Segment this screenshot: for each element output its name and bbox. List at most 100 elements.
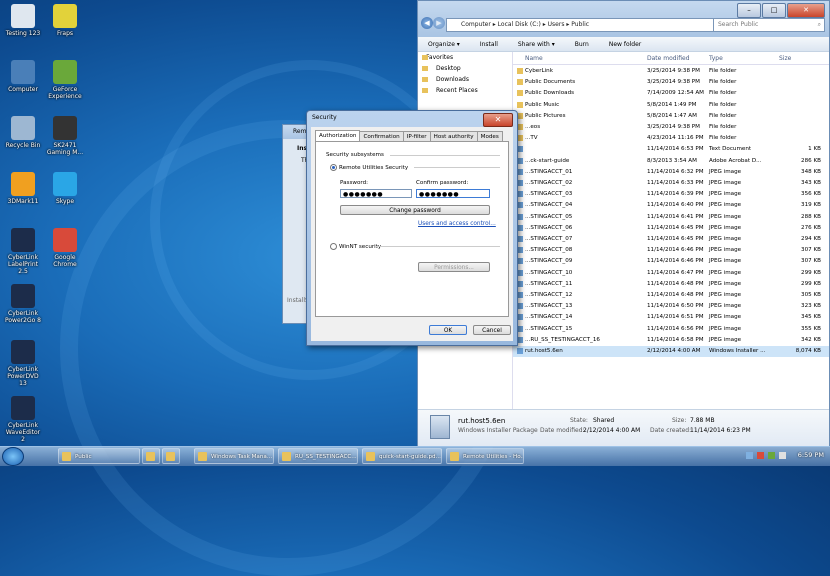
breadcrumb-item[interactable]: Public	[571, 21, 589, 28]
file-row[interactable]: ...TV 4/23/2014 11:16 PM File folder	[513, 133, 829, 144]
file-row[interactable]: ...STINGACCT_04 11/14/2014 6:40 PM JPEG im…	[513, 200, 829, 211]
nav-item[interactable]: Recent Places	[418, 85, 512, 96]
cell-name: ...STINGACCT_07	[525, 236, 573, 242]
desktop-icon[interactable]: Computer	[4, 60, 42, 93]
taskbar-item[interactable]: RU_SS_TESTINGACC...	[278, 448, 358, 464]
file-row[interactable]: ...STINGACCT_13 11/14/2014 6:50 PM JPEG im…	[513, 301, 829, 312]
cell-type: JPEG image	[709, 247, 742, 254]
tray-icon[interactable]	[746, 452, 753, 459]
cell-date: 11/14/2014 6:45 PM	[647, 224, 704, 231]
desktop-icon[interactable]: Testing 123	[4, 4, 42, 37]
taskbar-item[interactable]: Public	[58, 448, 140, 464]
nav-item[interactable]: Desktop	[418, 63, 512, 74]
col-size[interactable]: Size	[779, 55, 791, 62]
desktop-icon[interactable]: Google Chrome	[46, 228, 84, 268]
desktop-icon[interactable]: Recycle Bin	[4, 116, 42, 149]
file-row[interactable]: ...STINGACCT_08 11/14/2014 6:46 PM JPEG im…	[513, 245, 829, 256]
taskbar-item[interactable]: quick-start-guide.pd...	[362, 448, 442, 464]
file-row[interactable]: Public Downloads 7/14/2009 12:54 AM File f…	[513, 88, 829, 99]
permissions-button[interactable]: Permissions...	[418, 262, 490, 272]
clock[interactable]: 6:59 PM	[798, 451, 824, 459]
file-row[interactable]: rut.host5.6en 2/12/2014 4:00 AM Windows In…	[513, 346, 829, 357]
file-row[interactable]: ...STINGACCT_09 11/14/2014 6:46 PM JPEG im…	[513, 256, 829, 267]
file-row[interactable]: ...STINGACCT_12 11/14/2014 6:48 PM JPEG im…	[513, 290, 829, 301]
toolbar-button[interactable]: New folder	[599, 41, 651, 48]
start-button[interactable]	[2, 447, 24, 466]
cancel-button[interactable]: Cancel	[473, 325, 511, 335]
breadcrumb-item[interactable]: Computer	[461, 21, 491, 28]
file-row[interactable]: ...STINGACCT_11 11/14/2014 6:48 PM JPEG im…	[513, 279, 829, 290]
volume-icon[interactable]	[779, 452, 786, 459]
toolbar-button[interactable]: Burn	[565, 41, 599, 48]
file-row[interactable]: ...RU_SS_TESTINGACCT_16 11/14/2014 6:58 P…	[513, 335, 829, 346]
toolbar-button[interactable]: Share with ▾	[508, 41, 565, 48]
desktop-icon[interactable]: GeForce Experience	[46, 60, 84, 100]
toolbar-button[interactable]: Install	[470, 41, 508, 48]
minimize-icon[interactable]: –	[737, 3, 761, 18]
file-row[interactable]: ...STINGACCT_15 11/14/2014 6:56 PM JPEG im…	[513, 324, 829, 335]
installer-file-icon	[430, 415, 450, 439]
cell-name: ...STINGACCT_01	[525, 168, 573, 175]
remote-utilities-security-radio[interactable]: Remote Utilities Security	[330, 164, 408, 171]
file-row[interactable]: ...STINGACCT_03 11/14/2014 6:39 PM JPEG im…	[513, 189, 829, 200]
address-bar[interactable]: Computer ▸ Local Disk (C:) ▸ Users ▸ Pub…	[446, 18, 724, 32]
desktop-icon[interactable]: Skype	[46, 172, 84, 205]
toolbar-button[interactable]: Organize ▾	[418, 41, 470, 48]
close-icon[interactable]: ✕	[787, 3, 825, 18]
file-row[interactable]: ...ck-start-guide 8/3/2013 3:54 AM Adobe A…	[513, 156, 829, 167]
ok-button[interactable]: OK	[429, 325, 467, 335]
close-icon[interactable]: ✕	[483, 113, 513, 127]
change-password-button[interactable]: Change password	[340, 205, 490, 215]
cell-type: Windows Installer ...	[709, 348, 766, 354]
app-icon	[11, 172, 35, 196]
file-row[interactable]: ...STINGACCT_10 11/14/2014 6:47 PM JPEG im…	[513, 268, 829, 279]
taskbar-item[interactable]	[162, 448, 180, 464]
desktop-icon[interactable]: 3DMark11	[4, 172, 42, 205]
desktop-icon[interactable]: CyberLink PowerDVD 13	[4, 340, 42, 387]
file-row[interactable]: Public Music 5/8/2014 1:49 PM File folder	[513, 100, 829, 111]
taskbar-item[interactable]	[142, 448, 160, 464]
breadcrumb-item[interactable]: Local Disk (C:)	[498, 21, 541, 28]
desktop-icon[interactable]: CyberLink Power2Go 8	[4, 284, 42, 324]
folder-icon	[517, 101, 523, 108]
maximize-icon[interactable]: □	[762, 3, 786, 18]
desktop-icon[interactable]: SK2471 Gaming M...	[46, 116, 84, 156]
cell-date: 11/14/2014 6:50 PM	[647, 303, 704, 310]
file-row[interactable]: ...eos 3/25/2014 9:38 PM File folder	[513, 122, 829, 133]
file-row[interactable]: CyberLink 3/25/2014 9:38 PM File folder	[513, 66, 829, 77]
desktop-icon[interactable]: CyberLink LabelPrint 2.5	[4, 228, 42, 275]
tray-icon[interactable]	[768, 452, 775, 459]
col-date[interactable]: Date modified	[647, 55, 690, 62]
file-row[interactable]: Public Documents 3/25/2014 9:38 PM File fo…	[513, 77, 829, 88]
nav-item[interactable]: Favorites	[418, 52, 512, 63]
file-row[interactable]: 11/14/2014 6:53 PM Text Document 1 KB	[513, 144, 829, 155]
nav-item[interactable]: Downloads	[418, 74, 512, 85]
forward-icon[interactable]: ▶	[433, 17, 445, 29]
col-name[interactable]: Name	[525, 55, 543, 62]
desktop-icon[interactable]: Fraps	[46, 4, 84, 37]
file-row[interactable]: ...STINGACCT_06 11/14/2014 6:45 PM JPEG im…	[513, 223, 829, 234]
file-row[interactable]: Public Pictures 5/8/2014 1:47 AM File fold…	[513, 111, 829, 122]
password-field[interactable]: ●●●●●●●	[340, 189, 412, 198]
breadcrumb-item[interactable]: Users	[548, 21, 565, 28]
cell-date: 3/25/2014 9:38 PM	[647, 68, 700, 74]
file-row[interactable]: ...STINGACCT_14 11/14/2014 6:51 PM JPEG im…	[513, 312, 829, 323]
users-access-link[interactable]: Users and access control...	[418, 221, 496, 227]
back-icon[interactable]: ◀	[421, 17, 433, 29]
file-row[interactable]: ...STINGACCT_01 11/14/2014 6:32 PM JPEG im…	[513, 167, 829, 178]
security-dialog[interactable]: Security ✕ Authorization Confirmation IP-f…	[306, 110, 518, 346]
file-row[interactable]: ...STINGACCT_02 11/14/2014 6:33 PM JPEG im…	[513, 178, 829, 189]
taskbar-item[interactable]: Remote Utilities - Ho...	[446, 448, 524, 464]
file-row[interactable]: ...STINGACCT_07 11/14/2014 6:45 PM JPEG im…	[513, 234, 829, 245]
file-row[interactable]: ...STINGACCT_05 11/14/2014 6:41 PM JPEG im…	[513, 212, 829, 223]
desktop-icon-label: Recycle Bin	[5, 142, 41, 149]
tray-icon[interactable]	[757, 452, 764, 459]
taskbar-item[interactable]: Windows Task Mana...	[194, 448, 274, 464]
desktop-icon[interactable]: CyberLink WaveEditor 2	[4, 396, 42, 443]
confirm-password-field[interactable]: ●●●●●●●	[416, 189, 490, 198]
cell-date: 11/14/2014 6:51 PM	[647, 314, 704, 321]
col-type[interactable]: Type	[709, 55, 723, 62]
winnt-security-radio[interactable]: WinNT security	[330, 243, 381, 250]
search-input[interactable]: Search Public ⌕	[713, 18, 825, 32]
cell-date: 11/14/2014 6:48 PM	[647, 292, 704, 298]
